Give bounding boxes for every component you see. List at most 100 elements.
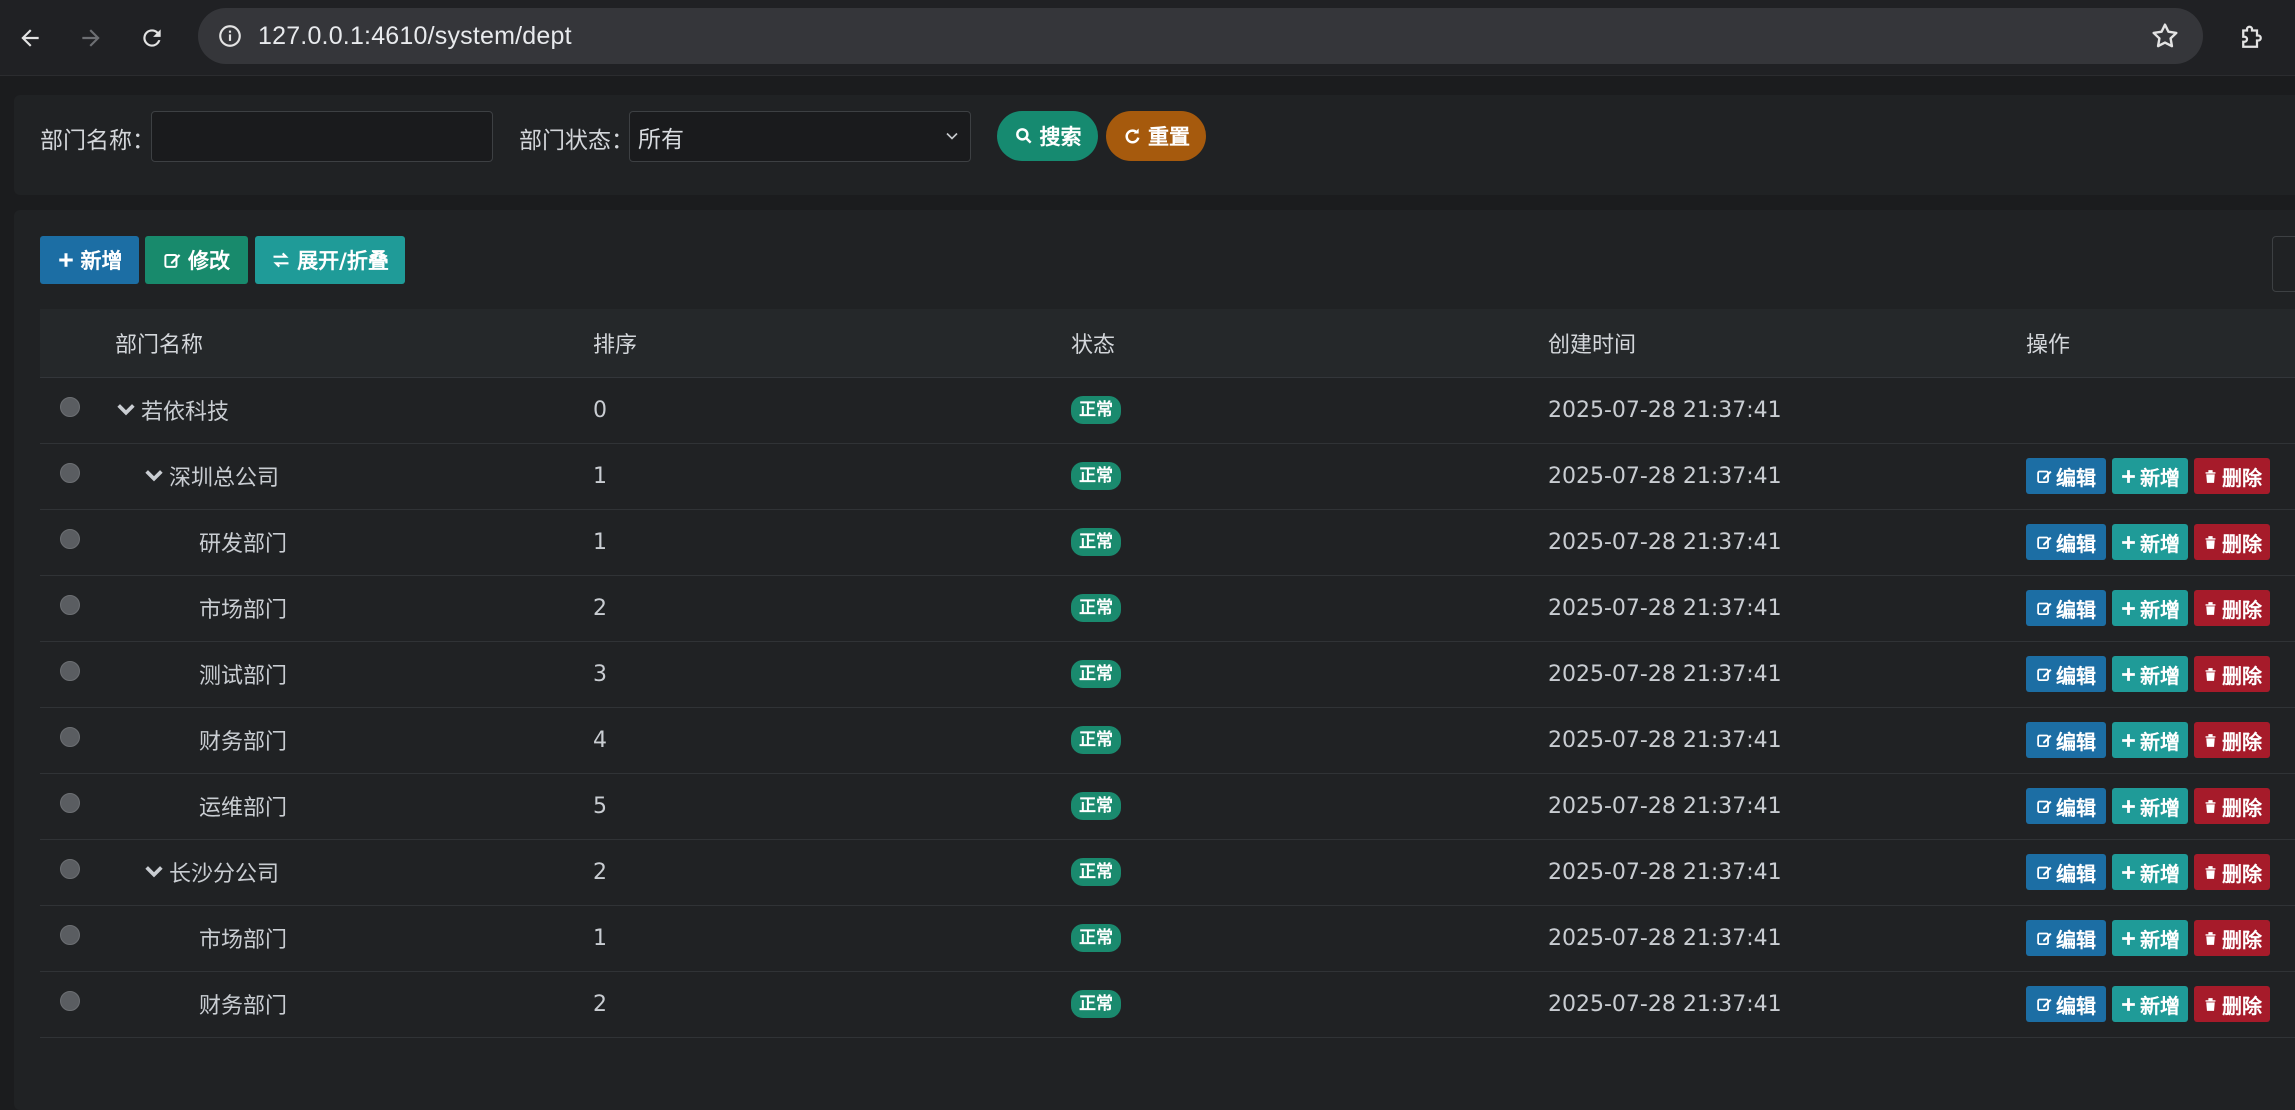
row-radio[interactable] <box>60 925 80 945</box>
row-radio[interactable] <box>60 661 80 681</box>
row-radio[interactable] <box>60 463 80 483</box>
row-delete-button[interactable]: 删除 <box>2194 854 2270 890</box>
created-cell: 2025-07-28 21:37:41 <box>1548 773 2026 840</box>
created-cell: 2025-07-28 21:37:41 <box>1548 971 2026 1038</box>
row-add-button[interactable]: 新增 <box>2112 788 2188 824</box>
row-add-button[interactable]: 新增 <box>2112 722 2188 758</box>
expand-collapse-button[interactable]: 展开/折叠 <box>255 236 405 284</box>
row-radio[interactable] <box>60 727 80 747</box>
row-select-cell <box>40 509 115 576</box>
row-add-button[interactable]: 新增 <box>2112 920 2188 956</box>
bookmark-star-icon[interactable] <box>2149 20 2181 52</box>
chevron-down-icon[interactable] <box>143 861 165 883</box>
column-header-name[interactable]: 部门名称 <box>115 309 593 378</box>
column-header-order[interactable]: 排序 <box>593 309 1071 378</box>
plus-icon <box>2122 799 2135 813</box>
table-row[interactable]: 市场部门 2 正常 2025-07-28 21:37:41 编辑 新增 删除 <box>40 575 2295 642</box>
row-delete-button[interactable]: 删除 <box>2194 458 2270 494</box>
reload-icon <box>143 29 161 47</box>
reset-button[interactable]: 重置 <box>1106 111 1206 161</box>
column-header-status[interactable]: 状态 <box>1071 309 1548 378</box>
row-edit-button[interactable]: 编辑 <box>2026 458 2106 494</box>
edit-icon <box>2037 470 2052 483</box>
row-delete-button[interactable]: 删除 <box>2194 656 2270 692</box>
row-delete-label: 删除 <box>2222 531 2262 556</box>
dept-name-wrapper: 深圳总公司 <box>115 460 593 492</box>
dept-name-cell: 市场部门 <box>115 905 593 972</box>
row-edit-button[interactable]: 编辑 <box>2026 788 2106 824</box>
search-button[interactable]: 搜索 <box>997 111 1098 161</box>
row-select-cell <box>40 377 115 444</box>
row-edit-button[interactable]: 编辑 <box>2026 590 2106 626</box>
row-add-button[interactable]: 新增 <box>2112 854 2188 890</box>
order-cell: 2 <box>593 575 1071 642</box>
add-dept-button-label: 新增 <box>80 249 123 273</box>
trash-icon <box>2205 931 2216 945</box>
column-header-created[interactable]: 创建时间 <box>1548 309 2026 378</box>
table-row[interactable]: 运维部门 5 正常 2025-07-28 21:37:41 编辑 新增 删除 <box>40 773 2295 840</box>
order-cell: 1 <box>593 443 1071 510</box>
table-row[interactable]: 长沙分公司 2 正常 2025-07-28 21:37:41 编辑 新增 删除 <box>40 839 2295 906</box>
dept-name-input[interactable] <box>151 111 493 162</box>
table-row[interactable]: 财务部门 2 正常 2025-07-28 21:37:41 编辑 新增 删除 <box>40 971 2295 1038</box>
forward-button[interactable] <box>69 16 113 60</box>
edit-icon <box>2037 536 2052 549</box>
row-delete-button[interactable]: 删除 <box>2194 722 2270 758</box>
row-delete-button[interactable]: 删除 <box>2194 590 2270 626</box>
row-add-button[interactable]: 新增 <box>2112 458 2188 494</box>
table-header-row: 部门名称 排序 状态 创建时间 操作 <box>40 309 2295 378</box>
row-edit-button[interactable]: 编辑 <box>2026 854 2106 890</box>
table-row[interactable]: 财务部门 4 正常 2025-07-28 21:37:41 编辑 新增 删除 <box>40 707 2295 774</box>
reload-button[interactable] <box>130 16 174 60</box>
table-row[interactable]: 若依科技 0 正常 2025-07-28 21:37:41 <box>40 377 2295 444</box>
arrow-right-icon <box>82 29 100 47</box>
row-radio[interactable] <box>60 595 80 615</box>
add-dept-button[interactable]: 新增 <box>40 236 139 284</box>
row-radio[interactable] <box>60 859 80 879</box>
table-tools-button[interactable] <box>2272 236 2295 292</box>
table-row[interactable]: 市场部门 1 正常 2025-07-28 21:37:41 编辑 新增 删除 <box>40 905 2295 972</box>
row-radio[interactable] <box>60 397 80 417</box>
back-button[interactable] <box>8 16 52 60</box>
row-radio[interactable] <box>60 529 80 549</box>
row-edit-button[interactable]: 编辑 <box>2026 722 2106 758</box>
row-add-button[interactable]: 新增 <box>2112 986 2188 1022</box>
dept-name: 财务部门 <box>199 994 288 1019</box>
actions-cell: 编辑 新增 删除 <box>2026 971 2295 1038</box>
row-radio[interactable] <box>60 793 80 813</box>
row-delete-button[interactable]: 删除 <box>2194 920 2270 956</box>
row-delete-button[interactable]: 删除 <box>2194 524 2270 560</box>
table-row[interactable]: 研发部门 1 正常 2025-07-28 21:37:41 编辑 新增 删除 <box>40 509 2295 576</box>
dept-name-wrapper: 市场部门 <box>115 922 593 954</box>
dept-name-cell: 长沙分公司 <box>115 839 593 906</box>
column-header-actions: 操作 <box>2026 309 2295 378</box>
plus-icon <box>2122 601 2135 615</box>
row-add-button[interactable]: 新增 <box>2112 656 2188 692</box>
row-add-button[interactable]: 新增 <box>2112 590 2188 626</box>
row-edit-button[interactable]: 编辑 <box>2026 920 2106 956</box>
status-badge: 正常 <box>1071 726 1121 754</box>
trash-icon <box>2205 799 2216 813</box>
dept-table: 部门名称 排序 状态 创建时间 操作 若依科技 0 正常 2025-07-28 … <box>40 309 2295 1038</box>
row-delete-button[interactable]: 删除 <box>2194 788 2270 824</box>
address-bar[interactable]: 127.0.0.1:4610/system/dept <box>198 8 2203 64</box>
chevron-down-icon[interactable] <box>143 465 165 487</box>
table-row[interactable]: 测试部门 3 正常 2025-07-28 21:37:41 编辑 新增 删除 <box>40 641 2295 708</box>
order-cell: 3 <box>593 641 1071 708</box>
table-row[interactable]: 深圳总公司 1 正常 2025-07-28 21:37:41 编辑 新增 删除 <box>40 443 2295 510</box>
row-edit-button[interactable]: 编辑 <box>2026 986 2106 1022</box>
edit-dept-button[interactable]: 修改 <box>145 236 248 284</box>
chevron-down-icon[interactable] <box>115 399 137 421</box>
row-edit-button[interactable]: 编辑 <box>2026 524 2106 560</box>
row-radio[interactable] <box>60 991 80 1011</box>
status-cell: 正常 <box>1071 509 1548 576</box>
actions-cell: 编辑 新增 删除 <box>2026 773 2295 840</box>
row-edit-button[interactable]: 编辑 <box>2026 656 2106 692</box>
dept-status-select[interactable]: 所有 <box>629 111 971 162</box>
row-add-button[interactable]: 新增 <box>2112 524 2188 560</box>
extensions-icon[interactable] <box>2230 16 2274 60</box>
row-select-cell <box>40 839 115 906</box>
site-info-icon[interactable] <box>212 18 248 54</box>
row-delete-label: 删除 <box>2222 795 2262 820</box>
row-delete-button[interactable]: 删除 <box>2194 986 2270 1022</box>
